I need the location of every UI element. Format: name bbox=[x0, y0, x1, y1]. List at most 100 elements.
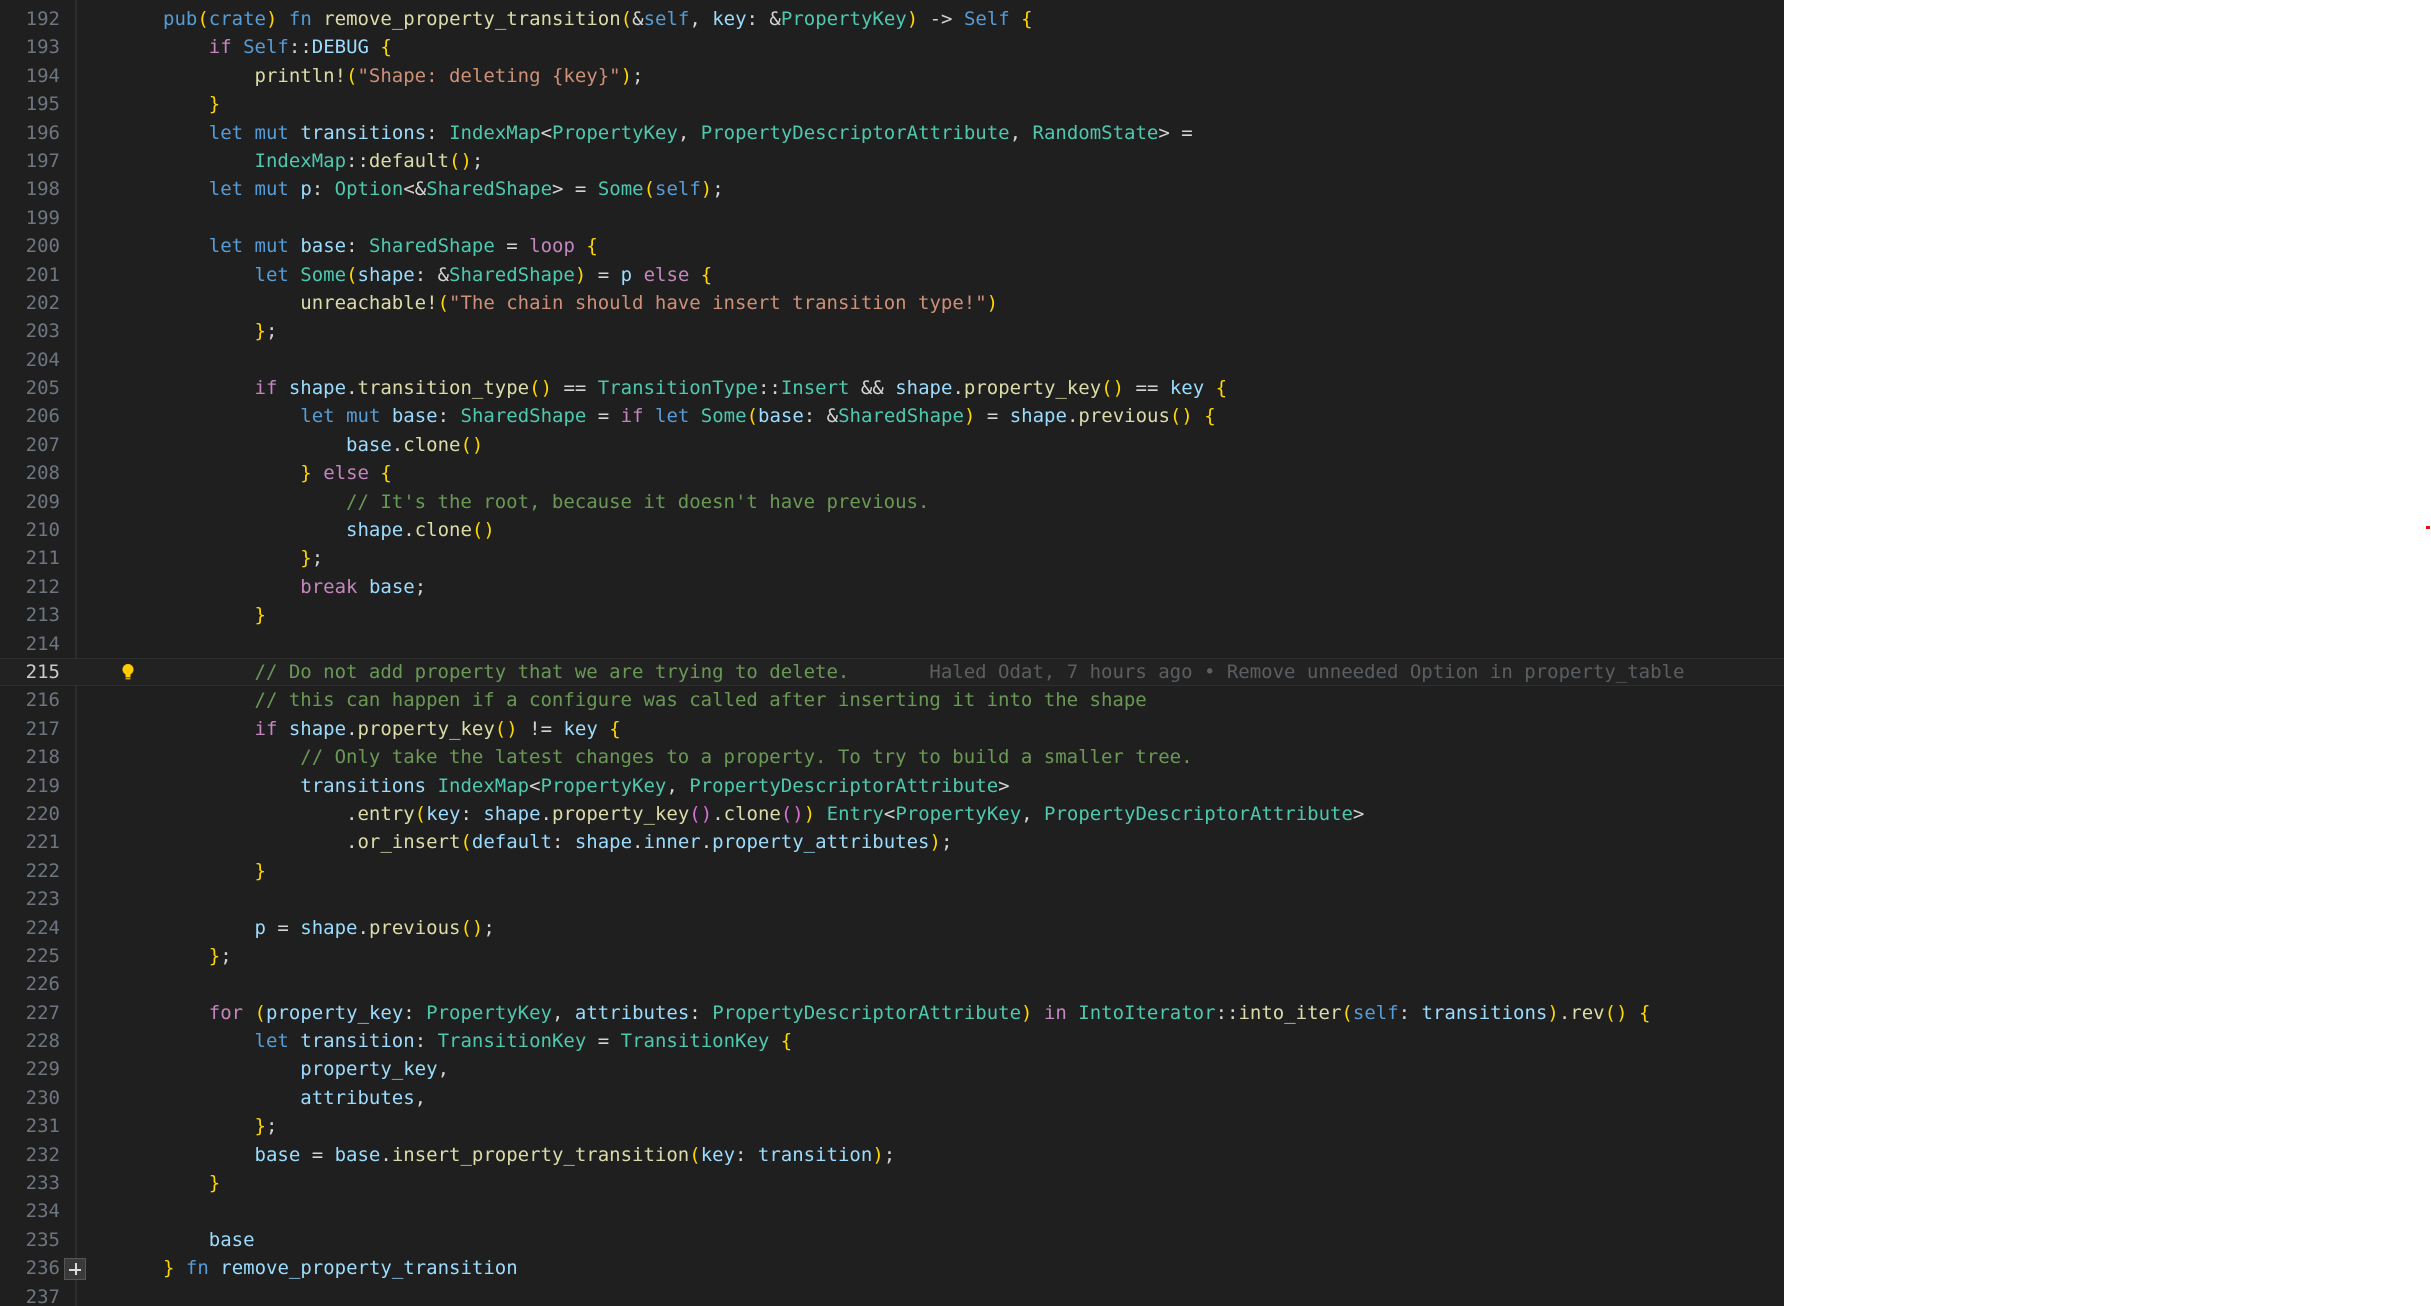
code-line[interactable]: 218 // Only take the latest changes to a… bbox=[0, 743, 1784, 771]
lightbulb-icon[interactable] bbox=[121, 663, 135, 681]
code-line[interactable]: 234 bbox=[0, 1197, 1784, 1225]
code-line[interactable]: 233 } bbox=[0, 1169, 1784, 1197]
line-number: 209 bbox=[25, 490, 60, 513]
line-code[interactable]: } bbox=[163, 857, 266, 885]
line-code[interactable]: let mut base: SharedShape = if let Some(… bbox=[163, 402, 1215, 430]
line-code[interactable]: // Only take the latest changes to a pro… bbox=[163, 743, 1192, 771]
code-line[interactable]: 198 let mut p: Option<&SharedShape> = So… bbox=[0, 175, 1784, 203]
line-code[interactable]: // Do not add property that we are tryin… bbox=[163, 658, 1685, 686]
line-code[interactable]: IndexMap::default(); bbox=[163, 147, 484, 175]
code-line[interactable]: 224 p = shape.previous(); bbox=[0, 914, 1784, 942]
code-line[interactable]: 236 } fn remove_property_transition bbox=[0, 1254, 1784, 1282]
code-line-current[interactable]: 215 // Do not add property that we are t… bbox=[0, 657, 1784, 687]
fold-expand-icon[interactable] bbox=[64, 1258, 86, 1281]
code-line[interactable]: 196 let mut transitions: IndexMap<Proper… bbox=[0, 119, 1784, 147]
code-line[interactable]: 223 bbox=[0, 885, 1784, 913]
code-line[interactable]: 231 }; bbox=[0, 1112, 1784, 1140]
code-line[interactable]: 214 bbox=[0, 630, 1784, 658]
line-number: 219 bbox=[25, 774, 60, 797]
code-line[interactable]: 207 base.clone() bbox=[0, 431, 1784, 459]
line-code[interactable]: break base; bbox=[163, 573, 426, 601]
line-code[interactable]: }; bbox=[163, 942, 232, 970]
code-line[interactable]: 225 }; bbox=[0, 942, 1784, 970]
line-code[interactable]: let mut base: SharedShape = loop { bbox=[163, 232, 598, 260]
line-code[interactable]: }; bbox=[163, 1112, 278, 1140]
line-code[interactable]: if shape.transition_type() == Transition… bbox=[163, 374, 1228, 402]
line-code[interactable]: if Self::DEBUG { bbox=[163, 33, 392, 61]
code-line[interactable]: 200 let mut base: SharedShape = loop { bbox=[0, 232, 1784, 260]
code-line[interactable]: 219 transitions IndexMap<PropertyKey, Pr… bbox=[0, 772, 1784, 800]
line-code[interactable]: base.clone() bbox=[163, 431, 483, 459]
code-line[interactable]: 228 let transition: TransitionKey = Tran… bbox=[0, 1027, 1784, 1055]
line-code[interactable]: let transition: TransitionKey = Transiti… bbox=[163, 1027, 793, 1055]
code-editor[interactable]: 192 pub(crate) fn remove_property_transi… bbox=[0, 0, 1784, 1306]
comment-text: // Do not add property that we are tryin… bbox=[163, 660, 850, 683]
code-line[interactable]: 213 } bbox=[0, 601, 1784, 629]
code-line[interactable]: 232 base = base.insert_property_transiti… bbox=[0, 1141, 1784, 1169]
code-line[interactable]: 212 break base; bbox=[0, 573, 1784, 601]
line-code[interactable]: // It's the root, because it doesn't hav… bbox=[163, 488, 929, 516]
line-code[interactable]: attributes, bbox=[163, 1084, 426, 1112]
line-number: 203 bbox=[25, 320, 60, 343]
line-number: 220 bbox=[25, 802, 60, 825]
code-line[interactable]: 204 bbox=[0, 346, 1784, 374]
code-line[interactable]: 205 if shape.transition_type() == Transi… bbox=[0, 374, 1784, 402]
code-line[interactable]: 201 let Some(shape: &SharedShape) = p el… bbox=[0, 261, 1784, 289]
line-number: 216 bbox=[25, 689, 60, 712]
line-code[interactable]: property_key, bbox=[163, 1055, 449, 1083]
line-code[interactable]: }; bbox=[163, 544, 323, 572]
line-code[interactable]: unreachable!("The chain should have inse… bbox=[163, 289, 998, 317]
code-line[interactable]: 192 pub(crate) fn remove_property_transi… bbox=[0, 5, 1784, 33]
line-code[interactable]: shape.clone() bbox=[163, 516, 495, 544]
code-line[interactable]: 206 let mut base: SharedShape = if let S… bbox=[0, 402, 1784, 430]
code-line[interactable]: 221 .or_insert(default: shape.inner.prop… bbox=[0, 828, 1784, 856]
line-code[interactable]: p = shape.previous(); bbox=[163, 914, 495, 942]
code-line[interactable]: 227 for (property_key: PropertyKey, attr… bbox=[0, 999, 1784, 1027]
code-line[interactable]: 235 base bbox=[0, 1226, 1784, 1254]
line-number: 232 bbox=[25, 1143, 60, 1166]
code-line[interactable]: 209 // It's the root, because it doesn't… bbox=[0, 488, 1784, 516]
code-line[interactable]: 202 unreachable!("The chain should have … bbox=[0, 289, 1784, 317]
line-code[interactable]: } bbox=[163, 1169, 220, 1197]
line-code[interactable]: if shape.property_key() != key { bbox=[163, 715, 621, 743]
line-code[interactable]: .or_insert(default: shape.inner.property… bbox=[163, 828, 952, 856]
code-line[interactable]: 199 bbox=[0, 204, 1784, 232]
line-code[interactable]: }; bbox=[163, 317, 278, 345]
line-code[interactable]: base bbox=[163, 1226, 255, 1254]
line-code[interactable]: } bbox=[163, 601, 266, 629]
code-line[interactable]: 194 println!("Shape: deleting {key}"); bbox=[0, 62, 1784, 90]
code-line[interactable]: 237 bbox=[0, 1283, 1784, 1306]
code-line[interactable]: 222 } bbox=[0, 857, 1784, 885]
code-lines[interactable]: 192 pub(crate) fn remove_property_transi… bbox=[0, 5, 1784, 1306]
code-line[interactable]: 197 IndexMap::default(); bbox=[0, 147, 1784, 175]
line-code[interactable]: let Some(shape: &SharedShape) = p else { bbox=[163, 261, 713, 289]
code-line[interactable]: 211 }; bbox=[0, 544, 1784, 572]
line-code[interactable]: println!("Shape: deleting {key}"); bbox=[163, 62, 644, 90]
code-line[interactable]: 193 if Self::DEBUG { bbox=[0, 33, 1784, 61]
line-code[interactable]: } fn remove_property_transition bbox=[163, 1254, 518, 1282]
code-line[interactable]: 220 .entry(key: shape.property_key().clo… bbox=[0, 800, 1784, 828]
line-number: 218 bbox=[25, 746, 60, 769]
line-code[interactable]: for (property_key: PropertyKey, attribut… bbox=[163, 999, 1651, 1027]
code-line[interactable]: 217 if shape.property_key() != key { bbox=[0, 715, 1784, 743]
code-line[interactable]: 195 } bbox=[0, 90, 1784, 118]
line-number: 198 bbox=[25, 178, 60, 201]
line-code[interactable]: // this can happen if a configure was ca… bbox=[163, 686, 1147, 714]
code-line[interactable]: 216 // this can happen if a configure wa… bbox=[0, 686, 1784, 714]
line-code[interactable]: pub(crate) fn remove_property_transition… bbox=[163, 5, 1033, 33]
line-code[interactable]: base = base.insert_property_transition(k… bbox=[163, 1141, 896, 1169]
line-code[interactable]: } bbox=[163, 90, 220, 118]
line-code[interactable]: } else { bbox=[163, 459, 392, 487]
code-line[interactable]: 208 } else { bbox=[0, 459, 1784, 487]
line-code[interactable]: transitions IndexMap<PropertyKey, Proper… bbox=[163, 772, 1009, 800]
line-code[interactable]: let mut p: Option<&SharedShape> = Some(s… bbox=[163, 175, 724, 203]
code-line[interactable]: 210 shape.clone() bbox=[0, 516, 1784, 544]
line-code[interactable]: let mut transitions: IndexMap<PropertyKe… bbox=[163, 119, 1193, 147]
code-line[interactable]: 230 attributes, bbox=[0, 1084, 1784, 1112]
code-line[interactable]: 226 bbox=[0, 970, 1784, 998]
git-blame-annotation[interactable]: Haled Odat, 7 hours ago • Remove unneede… bbox=[929, 661, 1684, 683]
code-line[interactable]: 203 }; bbox=[0, 317, 1784, 345]
line-code[interactable]: .entry(key: shape.property_key().clone()… bbox=[163, 800, 1364, 828]
line-number: 212 bbox=[25, 575, 60, 598]
code-line[interactable]: 229 property_key, bbox=[0, 1055, 1784, 1083]
